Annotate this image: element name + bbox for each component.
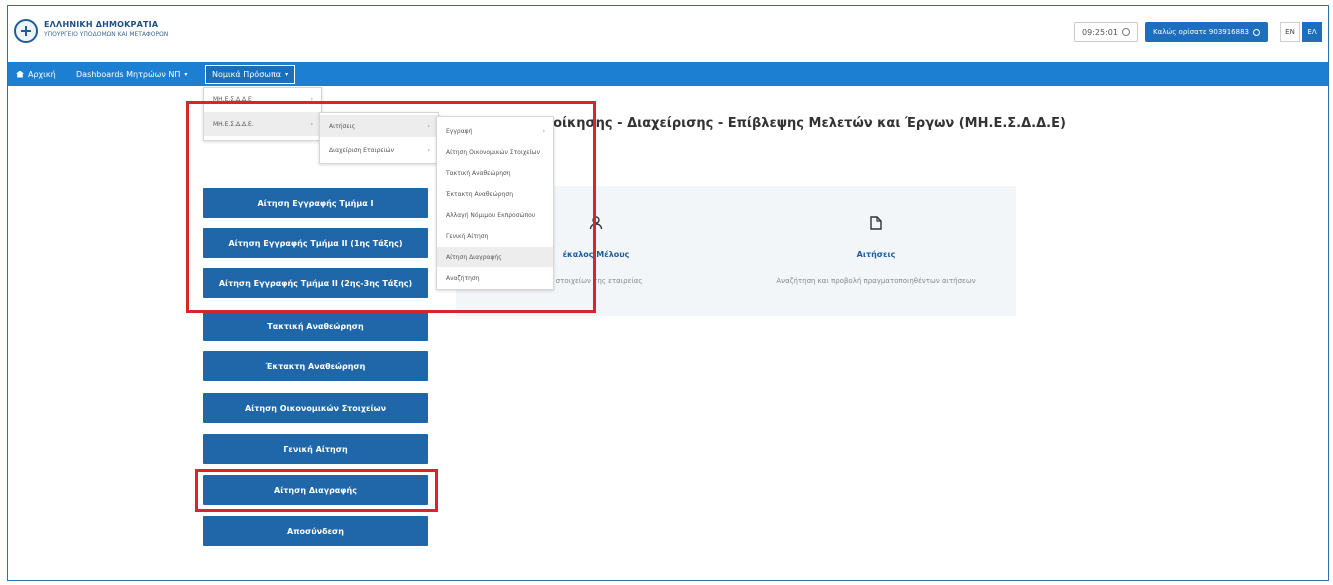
extraordinary-review-button[interactable]: Έκτακτη Αναθεώρηση: [203, 351, 428, 381]
chevron-down-icon: ▾: [285, 71, 289, 78]
nav-legal-entities[interactable]: Νομικά Πρόσωπα ▾: [205, 65, 296, 84]
card-description: Αναζήτηση και προβολή πραγματοποιηθέντων…: [776, 277, 976, 285]
session-timer: 09:25:01: [1074, 22, 1138, 42]
general-application-button[interactable]: Γενική Αίτηση: [203, 434, 428, 464]
clock-icon: [1121, 28, 1130, 36]
lang-en-button[interactable]: EN: [1280, 22, 1300, 42]
header: ΕΛΛΗΝΙΚΗ ΔΗΜΟΚΡΑΤΙΑ ΥΠΟΥΡΓΕΙΟ ΥΠΟΔΟΜΩΝ Κ…: [8, 6, 1328, 62]
logo-subtitle: ΥΠΟΥΡΓΕΙΟ ΥΠΟΔΟΜΩΝ ΚΑΙ ΜΕΤΑΦΟΡΩΝ: [44, 31, 169, 38]
page-title: ιοίκησης - Διαχείρισης - Επίβλεψης Μελετ…: [548, 116, 1066, 131]
lang-el-button[interactable]: ΕΛ: [1302, 22, 1322, 42]
home-icon: [16, 70, 24, 78]
logout-button[interactable]: Αποσύνδεση: [203, 516, 428, 546]
power-icon: [1253, 28, 1260, 36]
main-nav: Αρχική Dashboards Μητρώων ΝΠ ▾ Νομικά Πρ…: [8, 62, 1328, 86]
nav-dashboards-label: Dashboards Μητρώων ΝΠ: [76, 69, 181, 79]
greek-emblem-icon: [14, 19, 38, 43]
nav-dashboards[interactable]: Dashboards Μητρώων ΝΠ ▾: [76, 62, 187, 86]
welcome-label: Καλώς ορίσατε 903916883: [1153, 28, 1249, 36]
nav-home-label: Αρχική: [28, 69, 56, 79]
logo-title: ΕΛΛΗΝΙΚΗ ΔΗΜΟΚΡΑΤΙΑ: [44, 20, 159, 29]
user-logout-button[interactable]: Καλώς ορίσατε 903916883: [1145, 22, 1268, 42]
nav-legal-entities-label: Νομικά Πρόσωπα: [212, 70, 282, 79]
file-icon: [870, 216, 882, 234]
financial-data-button[interactable]: Αίτηση Οικονομικών Στοιχείων: [203, 393, 428, 423]
app-window: ΕΛΛΗΝΙΚΗ ΔΗΜΟΚΡΑΤΙΑ ΥΠΟΥΡΓΕΙΟ ΥΠΟΔΟΜΩΝ Κ…: [7, 5, 1329, 581]
applications-card[interactable]: Αιτήσεις Αναζήτηση και προβολή πραγματοπ…: [736, 186, 1016, 316]
regular-review-button[interactable]: Τακτική Αναθεώρηση: [203, 311, 428, 341]
card-title: Αιτήσεις: [856, 250, 896, 259]
chevron-down-icon: ▾: [184, 70, 188, 78]
session-time: 09:25:01: [1082, 27, 1118, 37]
highlight-frame-menu: [186, 101, 596, 313]
highlight-frame-deletion-button: [195, 469, 438, 512]
nav-home[interactable]: Αρχική: [16, 62, 56, 86]
